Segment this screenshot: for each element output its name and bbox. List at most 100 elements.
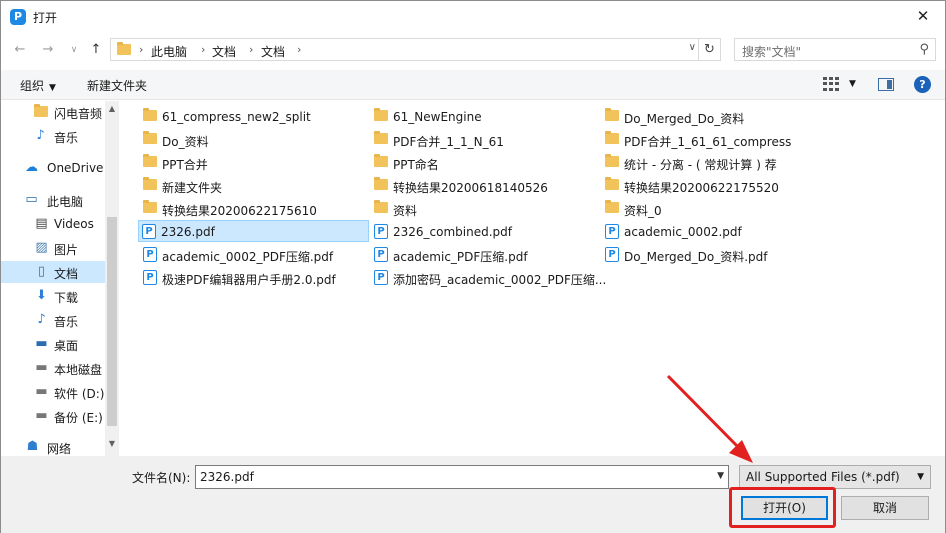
close-button[interactable]: ✕ <box>901 1 945 32</box>
filename-field[interactable]: 2326.pdf ▼ <box>195 465 729 489</box>
download-arrow-icon: ⬇ <box>36 288 47 303</box>
back-arrow-icon[interactable]: ← <box>11 41 29 59</box>
chevron-right-icon: › <box>201 43 206 56</box>
sidebar-item-label: 音乐 <box>54 315 79 329</box>
chevron-right-icon: › <box>139 43 144 56</box>
address-bar[interactable]: › 此电脑 › 文档 › 文档 › ∨ <box>110 38 699 61</box>
sidebar-item-onedrive[interactable]: ☁ OneDrive <box>1 157 105 179</box>
open-file-dialog: P 打开 ✕ ← → ∨ ↑ › 此电脑 › 文档 › 文档 › ∨ ↻ 搜索"… <box>0 0 946 533</box>
pdf-file-icon: P <box>143 270 157 285</box>
command-toolbar: 组织 ▼ 新建文件夹 ▼ ? <box>1 70 945 100</box>
folder-icon <box>605 131 619 144</box>
list-item[interactable]: P 极速PDF编辑器用户手册2.0.pdf <box>140 267 360 289</box>
sidebar-item-documents[interactable]: ▯ 文档 <box>1 261 105 283</box>
document-icon: ▯ <box>37 264 46 279</box>
sidebar-item-downloads[interactable]: ⬇ 下载 <box>1 285 105 307</box>
sidebar-item-this-pc[interactable]: ▭ 此电脑 <box>1 189 105 211</box>
scrollbar-thumb[interactable] <box>107 217 117 426</box>
new-folder-button[interactable]: 新建文件夹 <box>87 77 147 94</box>
folder-icon <box>374 154 388 167</box>
list-item[interactable]: Pacademic_0002.pdf <box>602 221 822 243</box>
sidebar-item-music-quick[interactable]: ♪ 音乐 <box>1 125 105 147</box>
sidebar-item-label: 下载 <box>54 291 79 305</box>
sidebar-item-pictures[interactable]: ▨ 图片 <box>1 237 105 259</box>
scroll-up-icon[interactable]: ▲ <box>105 104 119 113</box>
list-item[interactable]: 转换结果20200618140526 <box>371 175 596 197</box>
list-item[interactable]: 61_NewEngine <box>371 106 596 128</box>
pdf-file-icon: P <box>374 270 388 285</box>
folder-icon <box>374 131 388 144</box>
sidebar-item-drive-e[interactable]: ▬ 备份 (E:) <box>1 405 105 427</box>
folder-icon <box>143 177 157 190</box>
sidebar-item-drive-d[interactable]: ▬ 软件 (D:) <box>1 381 105 403</box>
breadcrumb-documents[interactable]: 文档 <box>212 43 236 60</box>
pdf-file-icon: P <box>143 247 157 262</box>
sidebar-item-label: 此电脑 <box>47 195 84 209</box>
file-type-select[interactable]: All Supported Files (*.pdf) ▼ <box>739 465 931 489</box>
list-item[interactable]: Pacademic_0002_PDF压缩.pdf <box>140 244 360 266</box>
scroll-down-icon[interactable]: ▼ <box>105 439 119 448</box>
list-item[interactable]: PDF合并_1_61_61_compress <box>602 129 822 151</box>
refresh-icon[interactable]: ↻ <box>699 38 721 61</box>
list-item[interactable]: 统计 - 分离 - ( 常规计算 ) 荐 <box>602 152 822 174</box>
sidebar-item-flash-audio[interactable]: 闪电音频 <box>1 101 105 123</box>
list-item-selected[interactable]: P 2326.pdf <box>138 220 369 242</box>
title-bar: P 打开 ✕ <box>1 1 945 32</box>
pdf-file-icon: P <box>374 224 388 239</box>
computer-icon: ▭ <box>25 192 38 207</box>
search-input[interactable]: 搜索"文档" ⚲ <box>734 38 936 61</box>
folder-icon <box>143 154 157 167</box>
sidebar-scrollbar[interactable]: ▲ ▼ <box>105 101 119 456</box>
folder-icon <box>374 177 388 190</box>
app-logo-icon: P <box>10 9 26 25</box>
list-item[interactable]: Do_Merged_Do_资料 <box>602 106 822 128</box>
breadcrumb-documents-sub[interactable]: 文档 <box>261 43 285 60</box>
address-dropdown-icon[interactable]: ∨ <box>689 42 696 53</box>
list-item[interactable]: 资料_0 <box>602 198 822 220</box>
cloud-icon: ☁ <box>25 160 38 175</box>
list-item[interactable]: Do_资料 <box>140 129 360 151</box>
forward-arrow-icon[interactable]: → <box>39 41 57 59</box>
search-placeholder: 搜索"文档" <box>742 45 802 59</box>
list-item[interactable]: P 2326_combined.pdf <box>371 221 596 243</box>
breadcrumb-this-pc[interactable]: 此电脑 <box>151 43 187 60</box>
sidebar-item-music[interactable]: ♪ 音乐 <box>1 309 105 331</box>
folder-icon <box>605 177 619 190</box>
folder-icon <box>605 154 619 167</box>
chevron-down-icon[interactable]: ▼ <box>717 471 724 481</box>
network-icon: ☗ <box>26 439 39 454</box>
pdf-file-icon: P <box>605 247 619 262</box>
list-item[interactable]: P Do_Merged_Do_资料.pdf <box>602 244 822 266</box>
up-arrow-icon[interactable]: ↑ <box>87 41 105 59</box>
list-item[interactable]: P 添加密码_academic_0002_PDF压缩... <box>371 267 606 289</box>
folder-icon <box>605 200 619 213</box>
list-item[interactable]: 资料 <box>371 198 596 220</box>
sidebar-item-label: 文档 <box>54 267 79 281</box>
pdf-file-icon: P <box>605 224 619 239</box>
desktop-icon: ▬ <box>35 336 48 351</box>
view-options-icon[interactable] <box>823 77 839 91</box>
cancel-button[interactable]: 取消 <box>841 496 929 520</box>
sidebar-item-videos[interactable]: ▤ Videos <box>1 213 105 235</box>
list-item[interactable]: PDF合并_1_1_N_61 <box>371 129 596 151</box>
view-dropdown-icon[interactable]: ▼ <box>849 79 856 89</box>
preview-pane-icon[interactable] <box>878 78 894 91</box>
window-title: 打开 <box>33 11 58 25</box>
sidebar-item-local-disk[interactable]: ▬ 本地磁盘 <box>1 357 105 379</box>
chevron-down-icon: ▼ <box>917 472 924 482</box>
folder-icon <box>143 131 157 144</box>
help-icon[interactable]: ? <box>914 76 931 93</box>
list-item[interactable]: PPT合并 <box>140 152 360 174</box>
sidebar-item-label: 桌面 <box>54 339 79 353</box>
sidebar-item-network[interactable]: ☗ 网络 <box>1 436 105 457</box>
sidebar-item-desktop[interactable]: ▬ 桌面 <box>1 333 105 355</box>
list-item[interactable]: Pacademic_PDF压缩.pdf <box>371 244 596 266</box>
organize-button[interactable]: 组织 ▼ <box>20 77 56 94</box>
list-item[interactable]: 61_compress_new2_split <box>140 106 360 128</box>
open-button[interactable]: 打开(O) <box>741 496 828 520</box>
list-item[interactable]: 新建文件夹 <box>140 175 360 197</box>
recent-dropdown-icon[interactable]: ∨ <box>65 41 83 59</box>
list-item[interactable]: 转换结果20200622175520 <box>602 175 822 197</box>
list-item[interactable]: PPT命名 <box>371 152 596 174</box>
list-item[interactable]: 转换结果20200622175610 <box>140 198 360 220</box>
